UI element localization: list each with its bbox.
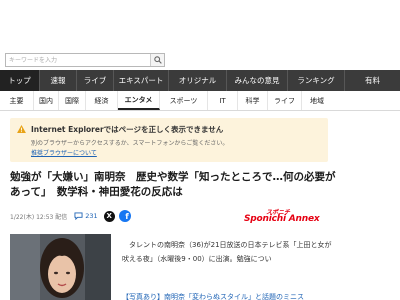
main-nav-item-original[interactable]: オリジナル	[169, 70, 227, 91]
category-tab-life[interactable]: ライフ	[268, 91, 302, 110]
portrait-image	[10, 234, 111, 300]
share-x-button[interactable]: X	[103, 210, 115, 222]
search-input[interactable]	[9, 54, 149, 66]
category-nav: 主要 国内 国際 経済 エンタメ スポーツ IT 科学 ライフ 地域	[0, 91, 400, 111]
category-tab-science[interactable]: 科学	[238, 91, 268, 110]
main-nav-item-expert[interactable]: エキスパート	[114, 70, 169, 91]
source-logo-main: Sponichi Annex	[244, 214, 320, 224]
main-nav-item-breaking[interactable]: 速報	[40, 70, 77, 91]
warning-icon	[17, 125, 26, 133]
main-nav-item-top[interactable]: トップ	[0, 70, 40, 91]
ie-warning-title: Internet Explorerではページを正しく表示できません	[31, 125, 224, 134]
share-facebook-button[interactable]: f	[118, 210, 131, 222]
article-photo[interactable]	[10, 234, 111, 300]
category-tab-it[interactable]: IT	[208, 91, 238, 110]
header-top-area	[0, 0, 400, 44]
article-headline: 勉強が「大嫌い」南明奈 歴史や数学「知ったところで…何の必要があって」 数学科・…	[10, 171, 336, 198]
main-nav-item-paid[interactable]: 有料	[345, 70, 400, 91]
category-tab-world[interactable]: 国際	[59, 91, 86, 110]
category-tab-entertainment[interactable]: エンタメ	[118, 91, 160, 110]
category-tab-local[interactable]: 地域	[302, 91, 332, 110]
main-nav: トップ 速報 ライブ エキスパート オリジナル みんなの意見 ランキング 有料	[0, 70, 400, 91]
ie-warning-text: 別のブラウザーからアクセスするか、スマートフォンからご覧ください。	[31, 140, 229, 147]
ie-warning-banner: Internet Explorerではページを正しく表示できません 別のブラウザ…	[10, 118, 328, 162]
comment-icon[interactable]	[74, 212, 83, 220]
category-tab-economy[interactable]: 経済	[86, 91, 118, 110]
category-tab-main[interactable]: 主要	[0, 91, 34, 110]
publish-date: 1/22(木) 12:53 配信	[10, 213, 68, 221]
category-tab-sports[interactable]: スポーツ	[160, 91, 208, 110]
search-icon	[153, 56, 162, 64]
article-body: タレントの南明奈（36)が21日放送の日本テレビ系「上田と女が吠える夜」（水曜後…	[122, 241, 332, 263]
related-photo-link[interactable]: 【写真あり】南明奈「変わらぬスタイル」と話題のミニス	[122, 292, 352, 300]
main-nav-item-ranking[interactable]: ランキング	[288, 70, 345, 91]
comment-count[interactable]: 231	[85, 212, 97, 220]
search-box	[5, 53, 165, 67]
category-tab-domestic[interactable]: 国内	[34, 91, 59, 110]
main-nav-item-live[interactable]: ライブ	[77, 70, 114, 91]
search-button[interactable]	[150, 54, 164, 66]
article-meta: 1/22(木) 12:53 配信 231 X f	[10, 209, 131, 223]
recommended-browser-link[interactable]: 推奨ブラウザーについて	[31, 148, 97, 157]
source-logo[interactable]: スポニチ Sponichi Annex	[244, 207, 330, 227]
main-nav-item-opinions[interactable]: みんなの意見	[227, 70, 288, 91]
